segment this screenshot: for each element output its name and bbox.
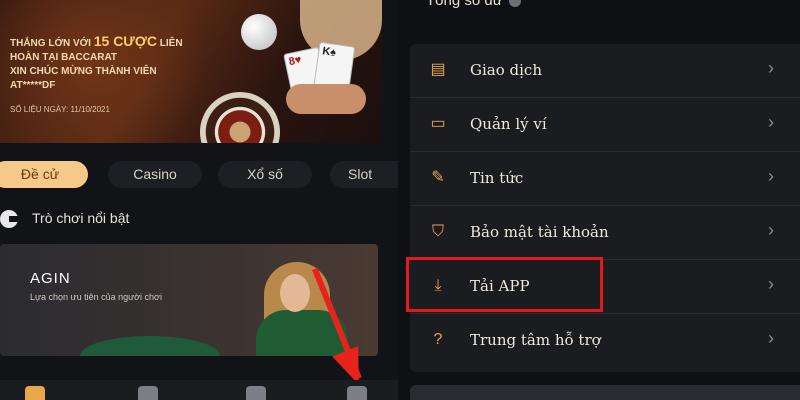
chevron-right-icon: › [768,220,774,240]
tab-de-cu[interactable]: Đề cử [0,161,88,188]
balance-header: Tổng số dư [426,0,521,9]
menu-item-trung-tam-ho-tro[interactable]: ? Trung tâm hỗ trợ › [410,314,800,367]
chevron-right-icon: › [768,58,774,78]
menu-item-tin-tuc[interactable]: ✎ Tin tức › [410,152,800,206]
menu-item-bao-mat-tai-khoan[interactable]: ⛉ Bảo mật tài khoản › [410,206,800,260]
banner-line2: HOÀN TẠI BACCARAT [10,52,118,63]
menu-item-label: Bảo mật tài khoản [470,223,609,241]
banner-headline: THẮNG LỚN VỚI 15 CƯỢC LIÊN HOÀN TẠI BACC… [10,34,240,93]
profile-icon[interactable] [347,386,367,400]
menu-item-label: Quản lý ví [470,115,547,133]
banner-line1-pre: THẮNG LỚN VỚI [10,38,91,49]
chevron-right-icon: › [768,166,774,186]
tab-casino[interactable]: Casino [108,161,202,188]
pacman-icon [0,210,19,228]
banner-line1-highlight: 15 CƯỢC [93,33,157,49]
promo-icon[interactable] [138,386,158,400]
wallet-icon: ▭ [430,115,446,132]
banner-line1-post: LIÊN [159,38,183,49]
tab-slot[interactable]: Slot [330,161,398,188]
right-pane: Tổng số dư ▤ Giao dịch › ▭ Quản lý ví › … [398,0,800,400]
banner-line4: AT*****DF [10,80,56,91]
bottom-nav [0,380,398,400]
receipt-icon: ▤ [430,61,446,78]
banner-line3: XIN CHÚC MỪNG THÀNH VIÊN [10,66,157,77]
casino-table-illustration [80,336,220,356]
banner-date: SỐ LIỆU NGÀY: 11/10/2021 [10,105,110,114]
highlight-annotation-box [406,257,603,312]
menu-item-label: Trung tâm hỗ trợ [470,331,601,349]
category-tabs: Đề cử Casino Xổ số Slot [0,161,398,189]
info-icon[interactable] [508,0,521,8]
banner-ball [241,14,277,50]
dealer-face [280,274,310,312]
tab-xo-so[interactable]: Xổ số [218,161,312,188]
menu-item-giao-dich[interactable]: ▤ Giao dịch › [410,44,800,98]
shield-icon: ⛉ [431,223,444,240]
bottom-panel [410,385,800,400]
help-icon: ? [433,331,443,348]
vip-icon[interactable] [246,386,266,400]
game-card-title: AGIN [30,270,71,287]
chevron-right-icon: › [768,274,774,294]
featured-label: Trò chơi nổi bật [32,210,130,226]
menu-item-label: Giao dịch [470,61,542,79]
account-menu: ▤ Giao dịch › ▭ Quản lý ví › ✎ Tin tức ›… [410,44,800,372]
game-card-agin[interactable]: AGIN Lựa chọn ưu tiên của người chơi [0,244,378,356]
game-card-subtitle: Lựa chọn ưu tiên của người chơi [30,292,162,302]
balance-label: Tổng số dư [426,0,503,9]
chevron-right-icon: › [768,328,774,348]
menu-item-quan-ly-vi[interactable]: ▭ Quản lý ví › [410,98,800,152]
chevron-right-icon: › [768,112,774,132]
home-icon[interactable] [25,386,45,400]
left-pane: 8♥ K♠ THẮNG LỚN VỚI 15 CƯỢC LIÊN HOÀN TẠ… [0,0,398,400]
promo-banner[interactable]: 8♥ K♠ THẮNG LỚN VỚI 15 CƯỢC LIÊN HOÀN TẠ… [0,0,382,143]
news-icon: ✎ [431,169,445,186]
menu-item-label: Tin tức [470,169,524,187]
banner-hand [286,84,366,114]
